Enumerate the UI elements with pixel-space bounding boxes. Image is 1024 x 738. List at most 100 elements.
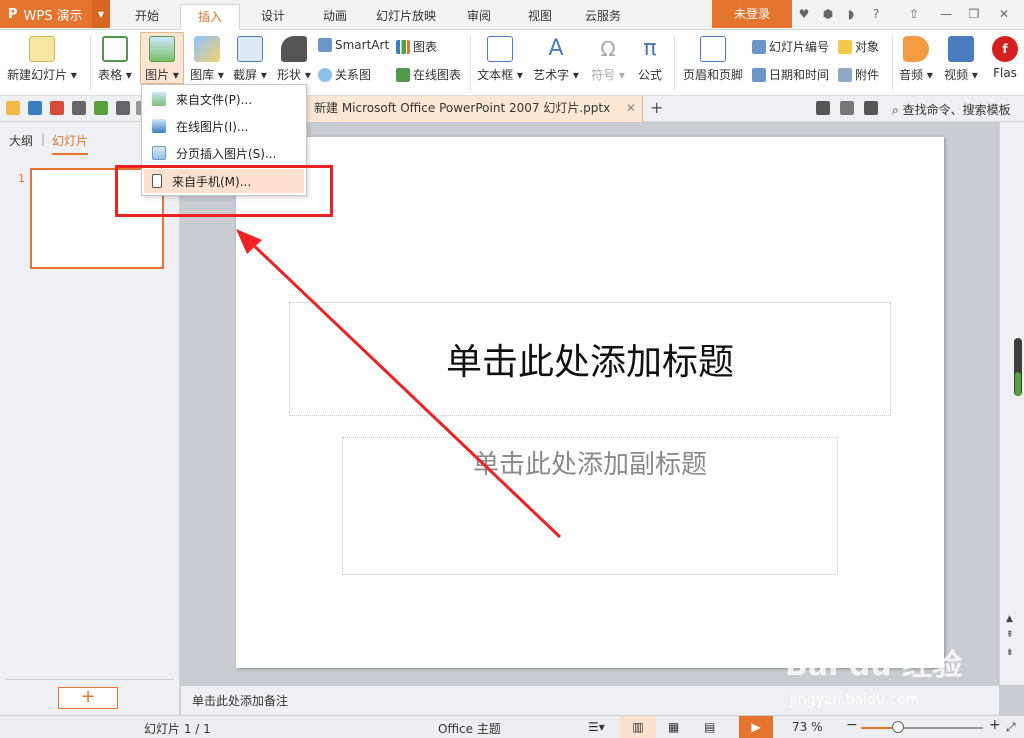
gallery-button[interactable]: 图库 ▾ bbox=[186, 36, 228, 83]
sorter-view-icon[interactable]: ▦ bbox=[668, 720, 679, 734]
pdf-icon[interactable] bbox=[50, 101, 64, 115]
symbol-button[interactable]: Ω 符号 ▾ bbox=[588, 36, 628, 83]
print-icon[interactable] bbox=[72, 101, 86, 115]
relation-button[interactable]: 关系图 bbox=[318, 66, 371, 83]
slideshow-icon[interactable] bbox=[816, 101, 830, 115]
textbox-button[interactable]: 文本框 ▾ bbox=[474, 36, 526, 83]
notes-placeholder: 单击此处添加备注 bbox=[192, 694, 289, 708]
smartart-icon bbox=[318, 38, 332, 52]
tab-animation[interactable]: 动画 bbox=[312, 4, 358, 30]
picture-button[interactable]: 图片 ▾ bbox=[140, 32, 184, 84]
online-chart-button[interactable]: 在线图表 bbox=[396, 66, 461, 83]
image-file-icon bbox=[152, 92, 166, 106]
picture-icon bbox=[149, 36, 175, 62]
tab-view[interactable]: 视图 bbox=[517, 4, 563, 30]
undo-icon[interactable] bbox=[116, 101, 130, 115]
tab-cloud[interactable]: 云服务 bbox=[578, 4, 628, 30]
slide-number-button[interactable]: 幻灯片编号 bbox=[752, 38, 829, 55]
attachment-button[interactable]: 附件 bbox=[838, 66, 879, 83]
table-icon bbox=[102, 36, 128, 62]
subtitle-placeholder[interactable]: 单击此处添加副标题 bbox=[342, 437, 838, 575]
title-placeholder[interactable]: 单击此处添加标题 bbox=[289, 302, 891, 416]
zoom-knob[interactable] bbox=[891, 721, 904, 733]
relation-icon bbox=[318, 67, 332, 82]
online-chart-icon bbox=[396, 67, 410, 82]
fit-window-icon[interactable]: ⤢ bbox=[1006, 720, 1016, 735]
datetime-button[interactable]: 日期和时间 bbox=[752, 66, 829, 83]
scissors-icon bbox=[237, 36, 263, 62]
prev-slide-icon[interactable]: ⇞ bbox=[1006, 630, 1014, 640]
login-button[interactable]: 未登录 bbox=[712, 0, 792, 28]
flash-icon: f bbox=[992, 36, 1018, 62]
comment-icon[interactable] bbox=[864, 101, 878, 115]
gallery-icon bbox=[194, 36, 220, 62]
tab-start[interactable]: 开始 bbox=[124, 4, 170, 30]
preview-icon[interactable] bbox=[94, 101, 108, 115]
add-tab-icon[interactable]: + bbox=[650, 98, 663, 117]
paperclip-icon bbox=[838, 67, 852, 82]
tab-outline[interactable]: 大纲 bbox=[9, 132, 33, 149]
video-button[interactable]: 视频 ▾ bbox=[940, 36, 982, 83]
tab-slides[interactable]: 幻灯片 bbox=[52, 132, 89, 155]
maximize-icon[interactable]: ❐ bbox=[966, 6, 982, 22]
tools-icon[interactable] bbox=[840, 101, 854, 115]
command-search[interactable]: ⌕ 查找命令、搜索模板 bbox=[892, 101, 1011, 118]
status-bar: 幻灯片 1 / 1 Office 主题 ☰▾ ▥ ▦ ▤ ▶ 73 % − + … bbox=[0, 715, 1024, 738]
audio-button[interactable]: 音频 ▾ bbox=[896, 36, 936, 83]
scroll-up-icon[interactable]: ▲ bbox=[1006, 614, 1013, 624]
slide-number-icon bbox=[752, 39, 766, 54]
zoom-out-icon[interactable]: − bbox=[846, 717, 858, 733]
omega-icon: Ω bbox=[600, 37, 616, 61]
film-icon bbox=[948, 36, 974, 62]
open-icon[interactable] bbox=[6, 101, 20, 115]
wps-logo-icon: P bbox=[8, 6, 18, 22]
skin-icon[interactable]: ♥ bbox=[796, 6, 812, 22]
wordart-button[interactable]: A 艺术字 ▾ bbox=[530, 36, 582, 83]
theme-name: Office 主题 bbox=[438, 722, 501, 736]
add-slide-button[interactable]: + bbox=[58, 687, 118, 709]
menu-item-paged-insert[interactable]: 分页插入图片(S)... bbox=[144, 141, 304, 165]
slide[interactable]: 单击此处添加标题 单击此处添加副标题 bbox=[236, 137, 944, 668]
reading-view-icon[interactable]: ▤ bbox=[704, 720, 715, 734]
formula-button[interactable]: π 公式 bbox=[632, 36, 668, 83]
calendar-icon bbox=[752, 67, 766, 82]
notes-toggle-icon[interactable]: ☰▾ bbox=[588, 720, 605, 734]
new-slide-button[interactable]: 新建幻灯片 ▾ bbox=[6, 36, 78, 83]
table-button[interactable]: 表格 ▾ bbox=[96, 36, 134, 83]
tab-insert[interactable]: 插入 bbox=[180, 4, 240, 30]
header-footer-button[interactable]: 页眉和页脚 bbox=[680, 36, 746, 83]
play-slideshow-icon[interactable]: ▶ bbox=[739, 716, 773, 738]
help-icon[interactable]: ? bbox=[868, 6, 884, 22]
object-button[interactable]: 对象 bbox=[838, 38, 879, 55]
divider bbox=[6, 679, 174, 680]
restore-icon[interactable]: ⇧ bbox=[906, 6, 922, 22]
chevron-down-icon[interactable]: ▼ bbox=[92, 0, 110, 28]
tab-review[interactable]: 审阅 bbox=[456, 4, 502, 30]
chart-button[interactable]: 图表 bbox=[396, 38, 437, 55]
menu-item-online-picture[interactable]: 在线图片(I)... bbox=[144, 114, 304, 138]
app-menu-button[interactable]: P WPS 演示 ▼ bbox=[0, 0, 110, 28]
close-tab-icon[interactable]: ✕ bbox=[626, 96, 636, 121]
minimize-icon[interactable]: — bbox=[938, 6, 954, 22]
screenshot-button[interactable]: 截屏 ▾ bbox=[230, 36, 270, 83]
tab-design[interactable]: 设计 bbox=[250, 4, 296, 30]
search-icon: ⌕ bbox=[892, 103, 899, 117]
watermark-brand: Bai du 经验 bbox=[785, 648, 963, 683]
smartart-button[interactable]: SmartArt bbox=[318, 38, 389, 52]
zoom-in-icon[interactable]: + bbox=[989, 717, 1001, 733]
close-icon[interactable]: ✕ bbox=[996, 6, 1012, 22]
save-icon[interactable] bbox=[28, 101, 42, 115]
zoom-slider[interactable] bbox=[861, 721, 983, 733]
textbox-icon bbox=[487, 36, 513, 62]
menu-item-from-file[interactable]: 来自文件(P)... bbox=[144, 87, 304, 111]
document-tab[interactable]: 新建 Microsoft Office PowerPoint 2007 幻灯片.… bbox=[305, 96, 643, 122]
tab-slideshow[interactable]: 幻灯片放映 bbox=[372, 4, 440, 30]
share-icon[interactable]: ◗ bbox=[843, 6, 859, 22]
next-slide-icon[interactable]: ⇟ bbox=[1006, 648, 1014, 658]
settings-icon[interactable]: ⬢ bbox=[820, 6, 836, 22]
slide-counter: 幻灯片 1 / 1 bbox=[144, 722, 211, 736]
shapes-button[interactable]: 形状 ▾ bbox=[274, 36, 314, 83]
normal-view-icon[interactable]: ▥ bbox=[620, 716, 656, 738]
vertical-scrollbar[interactable]: ▲ ⇞ ⇟ bbox=[999, 122, 1024, 685]
flash-button[interactable]: f Flas bbox=[986, 36, 1024, 80]
